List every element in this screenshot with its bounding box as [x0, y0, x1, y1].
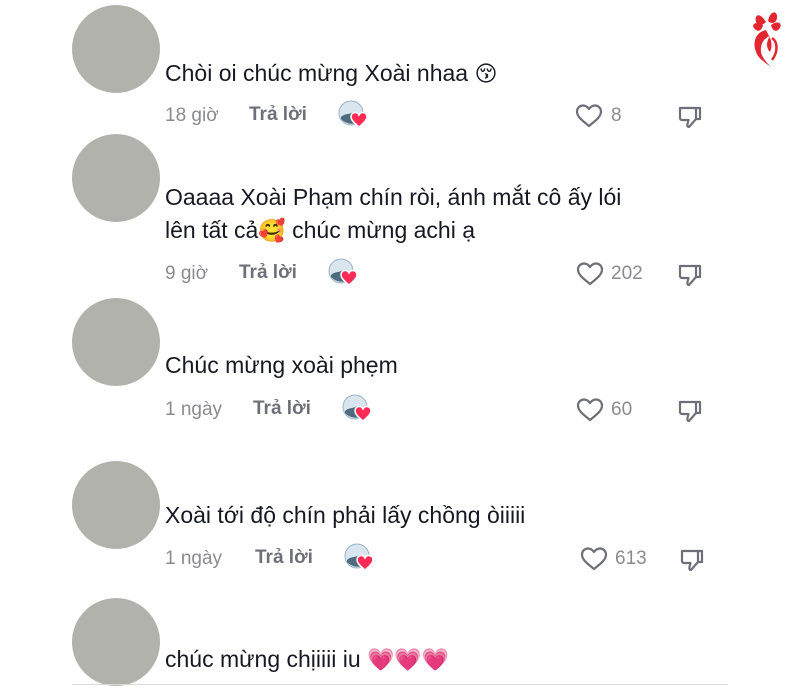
- like-button[interactable]: 202: [576, 260, 666, 290]
- comment-time: 18 giờ: [165, 105, 219, 126]
- heart-outline-icon: [576, 262, 604, 286]
- thumbs-down-icon: [680, 549, 704, 572]
- avatar[interactable]: [72, 5, 160, 93]
- heart-outline-icon: [576, 398, 604, 422]
- like-button[interactable]: 8: [575, 102, 655, 132]
- thumbs-down-icon: [678, 106, 702, 129]
- dislike-button[interactable]: [677, 105, 703, 136]
- avatar[interactable]: [72, 298, 160, 386]
- heart-outline-icon: [575, 104, 603, 128]
- thumbs-down-icon: [678, 400, 702, 423]
- like-button[interactable]: 60: [576, 396, 656, 426]
- reply-button[interactable]: Trả lời: [249, 104, 307, 126]
- comment-text-line: lên tất cả🥰 chúc mừng achi ạ: [165, 214, 735, 248]
- comment-text: Chúc mừng xoài phẹm: [165, 349, 735, 382]
- comment-text-body: chúc mừng chịiiii iu: [165, 646, 368, 672]
- creator-liked-badge-icon: [337, 99, 371, 131]
- like-count: 613: [615, 548, 647, 569]
- avatar[interactable]: [72, 598, 160, 686]
- creator-liked-badge-icon: [341, 393, 375, 425]
- reply-button[interactable]: Trả lời: [239, 262, 297, 284]
- creator-liked-badge-icon: [327, 257, 361, 289]
- comment-text: chúc mừng chịiiii iu 💗💗💗: [165, 643, 735, 677]
- dislike-button[interactable]: [677, 263, 703, 294]
- like-count: 202: [611, 263, 643, 284]
- creator-liked-badge-icon: [343, 542, 377, 574]
- comment-text-segment: chúc mừng achi ạ: [285, 217, 476, 243]
- comment-text-body: Chúc mừng xoài phẹm: [165, 352, 398, 378]
- dislike-button[interactable]: [679, 548, 705, 579]
- reply-button[interactable]: Trả lời: [253, 398, 311, 420]
- comment-text: Oaaaa Xoài Phạm chín ròi, ánh mắt cô ấy …: [165, 181, 735, 248]
- heart-outline-icon: [580, 547, 608, 571]
- comment-meta: 9 giờ Trả lời 202: [165, 257, 725, 290]
- comment-meta: 1 ngày Trả lời 60: [165, 393, 725, 426]
- comment-time: 1 ngày: [165, 399, 223, 420]
- comment-text: Chòi oi chúc mừng Xoài nhaa 😚: [165, 57, 735, 91]
- avatar[interactable]: [72, 461, 160, 549]
- pink-heart-emoji-icon: 💗💗💗: [367, 648, 450, 673]
- like-count: 8: [611, 105, 622, 126]
- like-button[interactable]: 613: [580, 545, 670, 575]
- like-count: 60: [611, 399, 633, 420]
- avatar[interactable]: [72, 134, 160, 222]
- kissing-emoji-icon: 😚: [474, 62, 498, 87]
- comment-text-body: Xoài tới độ chín phải lấy chồng òiiiii: [165, 502, 526, 528]
- divider: [72, 684, 728, 685]
- smiling-hearts-emoji-icon: 🥰: [258, 219, 286, 244]
- comment-time: 1 ngày: [165, 548, 223, 569]
- thumbs-down-icon: [678, 264, 702, 287]
- comment-text: Xoài tới độ chín phải lấy chồng òiiiii: [165, 499, 735, 532]
- comment-text-segment: lên tất cả: [165, 217, 259, 243]
- comment-meta: 18 giờ Trả lời 8: [165, 99, 725, 132]
- comment-time: 9 giờ: [165, 263, 209, 284]
- reply-button[interactable]: Trả lời: [255, 547, 313, 569]
- comment-text-body: Chòi oi chúc mừng Xoài nhaa: [165, 60, 469, 86]
- brand-logo-icon: [744, 8, 790, 72]
- comment-text-line: Oaaaa Xoài Phạm chín ròi, ánh mắt cô ấy …: [165, 184, 622, 210]
- comment-meta: 1 ngày Trả lời 613: [165, 542, 725, 575]
- dislike-button[interactable]: [677, 399, 703, 430]
